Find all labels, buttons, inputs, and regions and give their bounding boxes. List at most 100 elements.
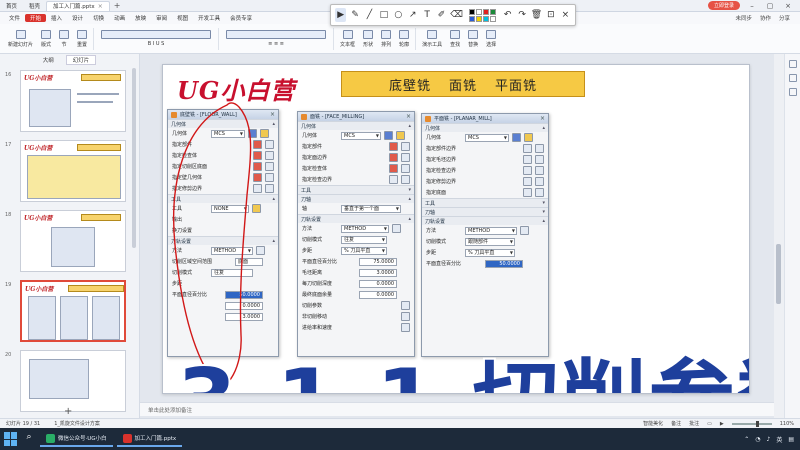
notes-area[interactable]: 单击此处添加备注	[140, 402, 774, 416]
notes-toggle[interactable]: 备注	[671, 420, 681, 427]
layout-button[interactable]: 版式	[37, 29, 55, 48]
color-swatch[interactable]	[489, 8, 496, 15]
font-group[interactable]: B I U S	[96, 30, 216, 47]
normal-view-icon[interactable]: ▭	[707, 421, 712, 427]
trash-icon[interactable]: 🗑	[531, 8, 542, 22]
add-slide-icon[interactable]: +	[64, 406, 72, 417]
ribbon-toolbar: 新建幻灯片 版式 节 重置 B I U S ≡ ≡ ≡ 文本框 形状 排列 轮廓…	[0, 24, 800, 54]
find-button[interactable]: 查找	[446, 29, 464, 48]
undo-icon[interactable]: ↶	[502, 8, 513, 22]
slide-thumbnail-selected[interactable]: 19 UG小白营	[0, 280, 140, 348]
menu-design[interactable]: 设计	[67, 14, 88, 22]
menu-view[interactable]: 视图	[172, 14, 193, 22]
ribbon-divider	[415, 27, 417, 50]
vertical-scrollbar[interactable]	[774, 54, 784, 428]
property-icon[interactable]	[788, 60, 797, 68]
volume-icon[interactable]: ♪	[766, 436, 770, 443]
arrow-icon[interactable]: ↗	[407, 8, 418, 22]
color-swatch[interactable]	[482, 15, 489, 22]
ribbon-divider	[218, 27, 220, 50]
eraser-icon[interactable]: ⌫	[450, 8, 463, 22]
pen-icon[interactable]: ✎	[349, 8, 360, 22]
color-swatch[interactable]	[482, 8, 489, 15]
menu-insert[interactable]: 插入	[46, 14, 67, 22]
line-icon[interactable]: ╱	[364, 8, 375, 22]
ellipse-icon[interactable]: ○	[393, 8, 404, 22]
color-swatch[interactable]	[489, 15, 496, 22]
tab-docer[interactable]: 稻壳	[23, 1, 46, 11]
redo-icon[interactable]: ↷	[516, 8, 527, 22]
zoom-slider[interactable]	[731, 420, 772, 427]
textbox-button[interactable]: 文本框	[336, 29, 359, 48]
minimize-icon[interactable]: –	[746, 2, 758, 10]
reset-button[interactable]: 重置	[73, 29, 91, 48]
animation-icon[interactable]	[788, 74, 797, 82]
tab-outline[interactable]: 大纲	[43, 56, 54, 64]
zoom-level[interactable]: 110%	[780, 421, 794, 427]
panel-tabs: 大纲 幻灯片	[0, 54, 139, 66]
select-button[interactable]: 选择	[482, 29, 500, 48]
taskbar-app[interactable]: 加工入门篇.pptx	[116, 431, 183, 447]
smart-beautify-button[interactable]: 智能美化	[643, 420, 663, 427]
replace-button[interactable]: 替换	[464, 29, 482, 48]
login-button[interactable]: 立即登录	[707, 1, 740, 10]
collab-button[interactable]: 协作	[760, 14, 771, 22]
tab-home[interactable]: 首页	[0, 1, 23, 11]
paragraph-group[interactable]: ≡ ≡ ≡	[221, 30, 331, 47]
color-swatch[interactable]	[468, 8, 475, 15]
template-icon[interactable]	[788, 88, 797, 96]
sync-status[interactable]: 未同步	[735, 14, 752, 22]
menu-home[interactable]: 开始	[25, 14, 47, 22]
color-swatch[interactable]	[475, 15, 482, 22]
new-tab-icon[interactable]: +	[110, 1, 125, 10]
window-close-icon[interactable]: ×	[782, 2, 794, 10]
paragraph-controls	[226, 30, 327, 39]
menu-slideshow[interactable]: 放映	[130, 14, 151, 22]
current-slide[interactable]: UG小白营 底壁铣 面铣 平面铣 底壁铣 - [FLOOR_WALL] × 几何体…	[162, 64, 750, 394]
scroll-thumb[interactable]	[776, 244, 781, 304]
shape-button[interactable]: 形状	[359, 29, 377, 48]
font-controls	[101, 30, 212, 39]
notification-icon[interactable]: ▤	[788, 436, 794, 443]
panel-scrollbar[interactable]	[132, 68, 136, 248]
close-icon[interactable]: ×	[560, 8, 571, 22]
color-swatch[interactable]	[475, 8, 482, 15]
section-button[interactable]: 节	[55, 29, 73, 48]
share-button[interactable]: 分享	[779, 14, 790, 22]
menu-developer[interactable]: 开发工具	[193, 14, 225, 22]
slide-thumbnail[interactable]: 17 UG小白营	[0, 140, 140, 208]
start-tile	[11, 439, 17, 446]
menu-member[interactable]: 会员专享	[225, 14, 257, 22]
menu-animation[interactable]: 动画	[109, 14, 130, 22]
menu-file[interactable]: 文件	[4, 14, 25, 22]
pointer-icon[interactable]: ▶	[335, 8, 347, 22]
maximize-icon[interactable]: ▢	[764, 2, 776, 10]
play-icon[interactable]: ▶	[720, 421, 724, 427]
present-tools-button[interactable]: 演示工具	[418, 29, 446, 48]
screenshot-icon[interactable]: ⊡	[545, 8, 556, 22]
chevron-up-icon[interactable]: ⌃	[744, 436, 749, 443]
ime-indicator[interactable]: 英	[776, 435, 782, 444]
rectangle-icon[interactable]: □	[378, 8, 389, 22]
comments-toggle[interactable]: 批注	[689, 420, 699, 427]
marker-icon[interactable]: ✐	[436, 8, 447, 22]
thumb-title: UG小白营	[24, 215, 53, 222]
slide-thumbnail[interactable]: 16 UG小白营	[0, 70, 140, 138]
menu-review[interactable]: 审阅	[151, 14, 172, 22]
search-icon[interactable]: ⌕	[22, 432, 36, 446]
menu-transition[interactable]: 切换	[88, 14, 109, 22]
close-icon[interactable]: ×	[98, 3, 103, 10]
outline-button[interactable]: 轮廓	[395, 29, 413, 48]
editing-canvas: UG小白营 底壁铣 面铣 平面铣 底壁铣 - [FLOOR_WALL] × 几何体…	[140, 54, 782, 428]
color-swatch[interactable]	[468, 15, 475, 22]
start-icon[interactable]	[4, 432, 18, 446]
tab-document[interactable]: 加工入门篇.pptx ×	[46, 0, 110, 11]
taskbar-app-label: 加工入门篇.pptx	[134, 436, 177, 442]
text-icon[interactable]: T	[421, 8, 432, 22]
new-slide-button[interactable]: 新建幻灯片	[4, 29, 37, 48]
taskbar-app[interactable]: 微信公众号·UG小白	[40, 431, 113, 447]
network-icon[interactable]: ◔	[755, 436, 760, 443]
tab-slides[interactable]: 幻灯片	[65, 55, 97, 65]
arrange-button[interactable]: 排列	[377, 29, 395, 48]
slide-thumbnail[interactable]: 18 UG小白营	[0, 210, 140, 278]
